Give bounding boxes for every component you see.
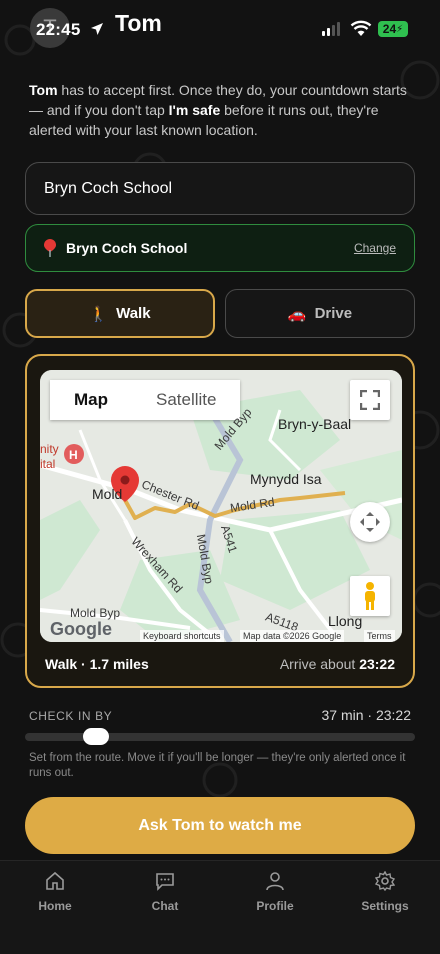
tab-profile-label: Profile	[256, 899, 294, 913]
tab-settings-label: Settings	[361, 899, 409, 913]
tab-settings[interactable]: Settings	[330, 861, 440, 954]
tab-bar: Home Chat Profile Settings	[0, 860, 440, 954]
pegman-icon	[365, 582, 375, 610]
map-label-mynydd-isa: Mynydd Isa	[250, 471, 322, 487]
recenter-button[interactable]	[350, 502, 390, 542]
satellite-tab[interactable]: Satellite	[132, 380, 240, 420]
map-label-mold-byp-3: Mold Byp	[70, 606, 121, 620]
keyboard-shortcuts-link[interactable]: Keyboard shortcuts	[140, 630, 224, 642]
tab-chat[interactable]: Chat	[110, 861, 220, 954]
battery-indicator: 24 ⚡	[378, 21, 408, 37]
map-label-bryn-y-baal: Bryn-y-Baal	[278, 416, 352, 432]
map-label-hospital-1: nity	[40, 442, 59, 456]
route-summary: Walk · 1.7 miles	[45, 656, 149, 672]
tab-home[interactable]: Home	[0, 861, 110, 954]
map-pin-icon	[44, 239, 56, 257]
drive-mode-label: Drive	[314, 305, 353, 322]
person-icon	[266, 872, 284, 891]
walk-mode-label: Walk	[116, 305, 151, 322]
route-card: H Map Satellite Bryn-y-Baal Mynydd Isa M…	[25, 354, 415, 688]
chat-icon	[156, 873, 174, 891]
intro-text: Tom has to accept first. Once they do, y…	[29, 82, 407, 138]
tab-home-label: Home	[38, 899, 72, 913]
check-in-label: CHECK IN BY	[29, 709, 113, 723]
tab-chat-label: Chat	[151, 899, 179, 913]
route-map[interactable]: H Map Satellite Bryn-y-Baal Mynydd Isa M…	[40, 370, 402, 642]
map-tab[interactable]: Map	[50, 380, 132, 420]
battery-level: 24	[382, 22, 397, 36]
google-logo: Google	[50, 619, 112, 639]
signal-icon	[322, 22, 340, 36]
status-bar: T 22:45 Tom 24 ⚡	[0, 0, 440, 60]
home-icon	[46, 871, 64, 890]
check-in-hint: Set from the route. Move it if you'll be…	[29, 752, 406, 779]
charging-bolt-icon: ⚡	[396, 23, 404, 35]
drive-mode-button[interactable]: 🚗 Drive	[225, 289, 415, 338]
status-time: 22:45	[36, 20, 81, 39]
map-label-llong: Llong	[328, 613, 363, 629]
map-data-attribution: Map data ©2026 Google	[240, 630, 345, 642]
svg-text:H: H	[69, 448, 78, 462]
arrival-estimate: Arrive about 23:22	[279, 656, 395, 672]
move-arrows-icon	[360, 512, 380, 532]
car-icon: 🚗	[287, 305, 307, 323]
page-title: Tom	[115, 10, 162, 36]
check-in-time: 37 min · 23:22	[321, 707, 412, 723]
selected-destination: Bryn Coch School Change	[25, 224, 415, 272]
walking-person-icon: 🚶	[89, 305, 109, 323]
tab-profile[interactable]: Profile	[220, 861, 330, 954]
ask-to-watch-button[interactable]: Ask Tom to watch me	[25, 797, 415, 854]
fullscreen-button[interactable]	[350, 380, 390, 420]
map-type-toggle: Map Satellite	[50, 380, 241, 420]
map-label-hospital-2: ital	[40, 457, 56, 471]
street-view-button[interactable]	[350, 576, 390, 616]
terms-link[interactable]: Terms	[364, 630, 395, 642]
check-in-slider-thumb[interactable]	[83, 728, 110, 745]
fullscreen-icon	[360, 390, 380, 410]
gear-icon	[375, 871, 395, 891]
destination-input[interactable]	[25, 162, 415, 215]
wifi-icon	[350, 20, 372, 36]
location-arrow-icon	[91, 23, 103, 35]
change-destination-link[interactable]: Change	[354, 241, 396, 255]
map-label-mold: Mold	[92, 486, 123, 502]
walk-mode-button[interactable]: 🚶 Walk	[25, 289, 215, 338]
selected-destination-name: Bryn Coch School	[66, 240, 188, 256]
